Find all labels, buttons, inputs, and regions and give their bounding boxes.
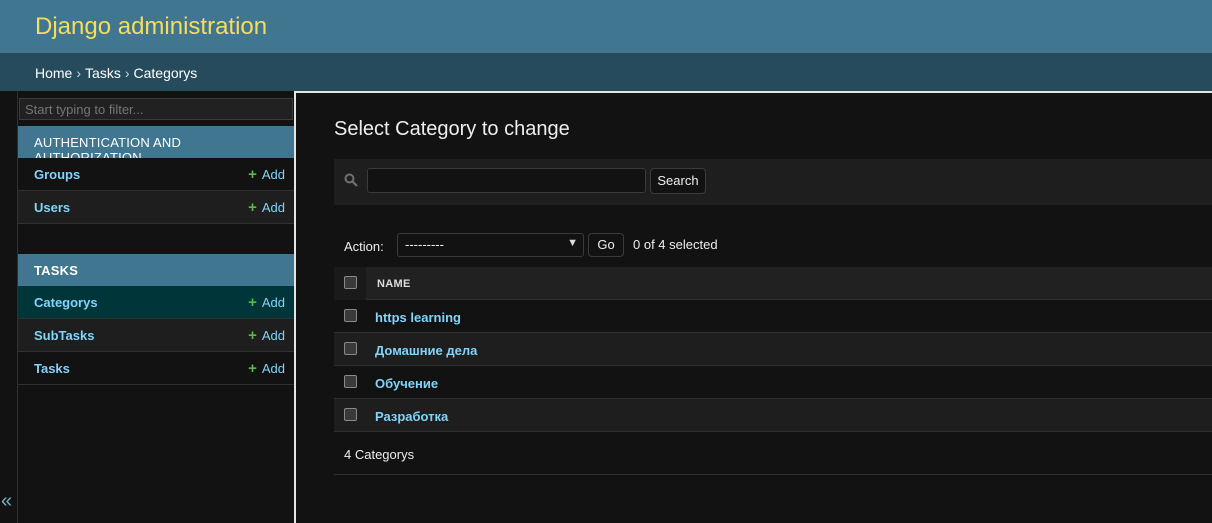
nav-filter-input[interactable] <box>19 98 293 120</box>
action-label: Action: <box>344 239 384 254</box>
row-link[interactable]: Обучение <box>375 376 438 391</box>
row-link[interactable]: https learning <box>375 310 461 325</box>
plus-icon: + <box>248 294 257 311</box>
table-row: Разработка <box>334 399 1212 432</box>
select-all-cell <box>334 267 366 300</box>
chevron-down-icon: ▼ <box>567 237 578 249</box>
header: Django administration <box>0 0 1212 53</box>
plus-icon: + <box>248 327 257 344</box>
breadcrumb-tasks[interactable]: Tasks <box>85 65 121 81</box>
add-label: Add <box>261 295 285 310</box>
sidebar-item-users: Users + Add <box>18 191 294 224</box>
add-label: Add <box>261 200 285 215</box>
module-caption-tasks[interactable]: TASKS <box>18 254 294 286</box>
sidebar-item-label[interactable]: Groups <box>34 167 80 182</box>
plus-icon: + <box>248 199 257 216</box>
sidebar-item-tasks: Tasks + Add <box>18 352 294 385</box>
search-input[interactable] <box>367 168 646 193</box>
table-header: NAME <box>334 267 1212 300</box>
breadcrumb-separator: › <box>124 65 130 81</box>
double-chevron-left-icon[interactable]: « <box>1 490 12 513</box>
plus-icon: + <box>248 360 257 377</box>
table-row: Обучение <box>334 366 1212 399</box>
go-button[interactable]: Go <box>588 233 624 257</box>
breadcrumb-current: Categorys <box>133 65 198 81</box>
row-link[interactable]: Разработка <box>375 409 448 424</box>
add-groups-link[interactable]: + Add <box>248 166 285 183</box>
action-select-value: --------- <box>405 237 444 252</box>
select-all-checkbox[interactable] <box>344 276 357 289</box>
action-select[interactable]: --------- ▼ <box>397 233 584 257</box>
paginator: 4 Categorys <box>334 433 1212 475</box>
sidebar-item-categorys: Categorys + Add <box>18 286 294 319</box>
search-icon <box>344 173 358 187</box>
row-checkbox[interactable] <box>344 375 357 388</box>
sidebar-item-groups: Groups + Add <box>18 158 294 191</box>
search-toolbar: Search <box>334 159 1212 205</box>
sidebar-item-label[interactable]: Users <box>34 200 70 215</box>
add-label: Add <box>261 167 285 182</box>
row-checkbox[interactable] <box>344 309 357 322</box>
module-caption-auth[interactable]: AUTHENTICATION AND AUTHORIZATION <box>18 126 294 165</box>
selection-counter: 0 of 4 selected <box>633 237 718 252</box>
site-branding[interactable]: Django administration <box>35 13 267 41</box>
row-checkbox[interactable] <box>344 408 357 421</box>
sidebar: AUTHENTICATION AND AUTHORIZATION Groups … <box>18 91 294 523</box>
main-content: Select Category to change Search Action:… <box>294 91 1212 523</box>
table-row: Домашние дела <box>334 333 1212 366</box>
sidebar-item-label[interactable]: SubTasks <box>34 328 94 343</box>
column-header-name[interactable]: NAME <box>377 278 411 290</box>
plus-icon: + <box>248 166 257 183</box>
add-subtasks-link[interactable]: + Add <box>248 327 285 344</box>
add-users-link[interactable]: + Add <box>248 199 285 216</box>
sidebar-item-subtasks: SubTasks + Add <box>18 319 294 352</box>
page-title: Select Category to change <box>334 118 570 140</box>
add-categorys-link[interactable]: + Add <box>248 294 285 311</box>
search-button[interactable]: Search <box>650 168 706 194</box>
breadcrumb: Home › Tasks › Categorys <box>0 53 1212 91</box>
breadcrumb-home[interactable]: Home <box>35 65 72 81</box>
sidebar-gutter <box>0 91 18 523</box>
sidebar-item-label[interactable]: Tasks <box>34 361 70 376</box>
add-tasks-link[interactable]: + Add <box>248 360 285 377</box>
add-label: Add <box>261 328 285 343</box>
table-row: https learning <box>334 300 1212 333</box>
row-link[interactable]: Домашние дела <box>375 343 477 358</box>
breadcrumb-separator: › <box>76 65 82 81</box>
add-label: Add <box>261 361 285 376</box>
sidebar-item-label[interactable]: Categorys <box>34 295 98 310</box>
row-checkbox[interactable] <box>344 342 357 355</box>
